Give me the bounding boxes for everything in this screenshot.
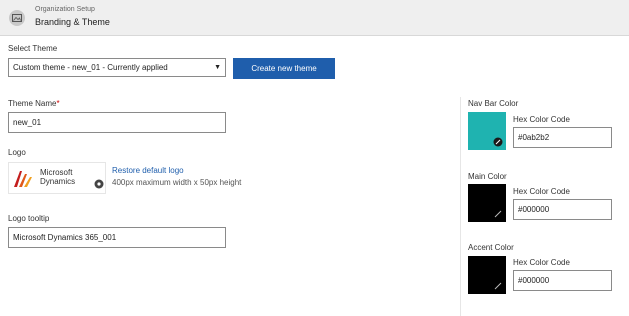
accent-hex-label: Hex Color Code: [513, 258, 570, 267]
main-color-swatch[interactable]: [468, 184, 506, 222]
logo-label: Logo: [8, 148, 26, 157]
main-hex-label: Hex Color Code: [513, 187, 570, 196]
restore-default-logo-link[interactable]: Restore default logo: [112, 166, 184, 175]
nav-bar-hex-label: Hex Color Code: [513, 115, 570, 124]
edit-pen-icon: [494, 282, 502, 290]
logo-tooltip-label: Logo tooltip: [8, 214, 50, 223]
nav-bar-color-label: Nav Bar Color: [468, 99, 519, 108]
page-header: Organization Setup Branding & Theme: [0, 0, 629, 36]
logo-brand-line2: Dynamics: [40, 177, 76, 186]
column-divider: [460, 97, 461, 316]
accent-color-label: Accent Color: [468, 243, 514, 252]
required-marker: *: [56, 99, 60, 108]
logo-wordmark: Microsoft Dynamics: [40, 168, 75, 186]
theme-name-label-text: Theme Name: [8, 99, 57, 108]
nav-bar-color-swatch[interactable]: [468, 112, 506, 150]
theme-select-value: Custom theme - new_01 - Currently applie…: [13, 63, 168, 72]
main-hex-value: #000000: [518, 205, 550, 214]
create-new-theme-button[interactable]: Create new theme: [233, 58, 335, 79]
logo-tooltip-input[interactable]: Microsoft Dynamics 365_001: [8, 227, 226, 248]
edit-pen-icon: [494, 210, 502, 218]
accent-hex-input[interactable]: #000000: [513, 270, 612, 291]
theme-name-input[interactable]: new_01: [8, 112, 226, 133]
logo-size-hint: 400px maximum width x 50px height: [112, 178, 242, 187]
breadcrumb: Organization Setup: [35, 6, 95, 13]
page-title: Branding & Theme: [35, 17, 110, 27]
select-theme-label: Select Theme: [8, 44, 58, 53]
main-hex-input[interactable]: #000000: [513, 199, 612, 220]
logo-tooltip-value: Microsoft Dynamics 365_001: [13, 233, 117, 242]
edit-pen-icon: [493, 137, 503, 147]
dynamics-logo-icon: [14, 171, 32, 187]
image-icon: [9, 10, 25, 26]
chevron-down-icon: ▼: [214, 64, 221, 71]
theme-select[interactable]: Custom theme - new_01 - Currently applie…: [8, 58, 226, 77]
theme-name-label: Theme Name*: [8, 99, 60, 108]
accent-hex-value: #000000: [518, 276, 550, 285]
nav-bar-hex-value: #0ab2b2: [518, 133, 550, 142]
theme-name-value: new_01: [13, 118, 42, 127]
nav-bar-hex-input[interactable]: #0ab2b2: [513, 127, 612, 148]
accent-color-swatch[interactable]: [468, 256, 506, 294]
logo-brand-line1: Microsoft: [40, 168, 73, 177]
logo-preview: Microsoft Dynamics: [8, 162, 106, 194]
main-color-label: Main Color: [468, 172, 507, 181]
gear-icon: [94, 179, 104, 189]
